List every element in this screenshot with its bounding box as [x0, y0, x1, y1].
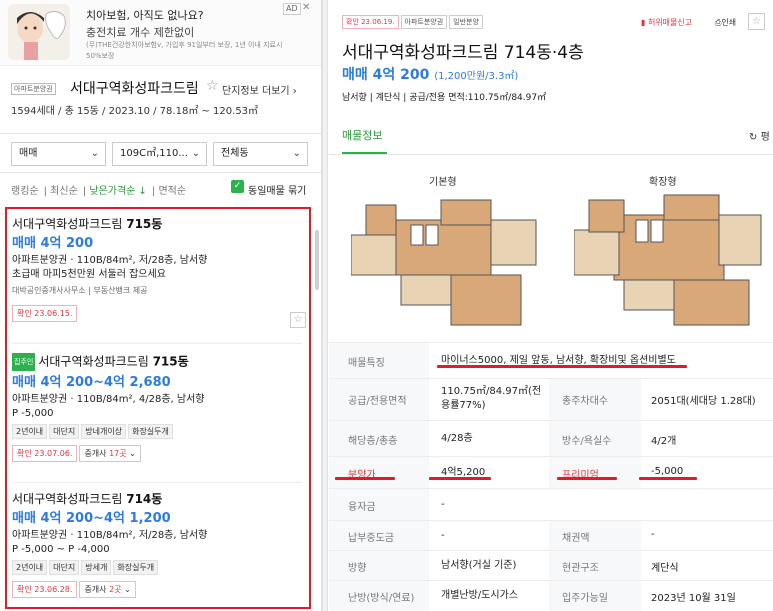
confirm-date: 확인 23.07.06. — [12, 445, 78, 462]
divider — [12, 343, 302, 344]
listing-card[interactable]: 집주인 서대구역화성파크드림 715동 매매 4억 200~4억 2,680 아파… — [12, 353, 302, 462]
listing-dong: 715동 — [152, 354, 189, 369]
feature-tags: 2년이내 대단지 방세개 화장실두개 — [12, 560, 302, 575]
listing-name: 서대구역화성파크드림 — [12, 492, 123, 506]
sort-area[interactable]: 면적순 — [158, 186, 186, 197]
table-row: 난방(방식/연료) 개별난방/도시가스 입주가능일 2023년 10월 31일 — [329, 580, 773, 611]
broker-count-button[interactable]: 중개사 17곳 ⌄ — [79, 445, 141, 462]
star-icon[interactable]: ☆ — [290, 312, 306, 328]
area-select[interactable]: 109C㎡,110... ⌄ — [112, 142, 207, 166]
ad-fineprint: (무)THE건강한치아보험v, 가입후 91일부터 보장, 1년 이내 지료시 … — [86, 41, 283, 60]
ad-banner[interactable]: 치아보험, 아직도 없나요? 충전치료 개수 제한없이 (무)THE건강한치아보… — [0, 0, 321, 66]
chevron-down-icon: ⌄ — [191, 148, 200, 159]
refresh-icon: ↻ — [749, 132, 758, 143]
checkbox-checked-icon[interactable]: ✓ — [231, 180, 244, 193]
close-icon[interactable]: ✕ — [302, 2, 310, 13]
sale-tag: 일반분양 — [449, 15, 483, 29]
sort-low-price[interactable]: 낮은가격순 ↓ — [89, 186, 147, 197]
table-row: 융자금 - — [329, 488, 773, 520]
table-row: 공급/전용면적 110.75㎡/84.97㎡(전용률77%) 총주차대수 205… — [329, 378, 773, 420]
listing-price: 매매 4억 200 — [12, 236, 94, 251]
floorplan-basic-label: 기본형 — [429, 177, 457, 188]
listing-note: P -5,000 ~ P -4,000 — [12, 544, 110, 555]
floorplan-basic[interactable] — [351, 190, 541, 330]
tab-listing-info[interactable]: 매물정보 — [342, 127, 382, 143]
red-underline — [639, 477, 697, 480]
detail-tabs: 매물정보 ↻ 평 — [329, 117, 773, 155]
listing-note: 초급매 마피5천만원 서둘러 잡으세요 — [12, 269, 166, 280]
red-underline — [429, 477, 491, 480]
complex-summary: 1594세대 / 총 15동 / 2023.10 / 78.18㎡ ~ 120.… — [11, 106, 259, 117]
red-underline — [437, 365, 687, 368]
table-row: 매물특징 마이너스5000, 제일 앞동, 남서향, 확장비및 옵션비별도 — [329, 342, 773, 378]
dong-select[interactable]: 전체동 ⌄ — [213, 142, 308, 166]
broker-count-button[interactable]: 중개사 2곳 ⌄ — [79, 581, 136, 598]
scrollbar[interactable] — [315, 230, 319, 290]
table-row: 방향 남서향(거실 기준) 현관구조 계단식 — [329, 550, 773, 580]
detail-price: 매매 4억 200 (1,200만원/3.3㎡) — [342, 67, 519, 83]
complex-info-link[interactable]: 단지정보 더보기 › — [222, 82, 297, 97]
table-row: 분양가 4억5,200 프리미엄 -5,000 — [329, 456, 773, 488]
ad-image — [8, 4, 70, 60]
listing-price: 매매 4억 200~4억 2,680 — [12, 375, 171, 390]
owner-badge: 집주인 — [12, 353, 36, 371]
sort-latest[interactable]: 최신순 — [50, 186, 78, 197]
listing-note: P -5,000 — [12, 408, 54, 419]
ad-badge: AD — [283, 3, 301, 15]
table-row: 납부중도금 - 채권액 - — [329, 520, 773, 550]
listing-panel: 치아보험, 아직도 없나요? 충전치료 개수 제한없이 (무)THE건강한치아보… — [0, 0, 322, 611]
listing-desc: 아파트분양권 · 110B/84m², 저/28층, 남서향 — [12, 530, 208, 541]
star-icon[interactable]: ☆ — [748, 13, 765, 30]
feature-tags: 2년이내 대단지 방네개이상 화장실두개 — [12, 424, 302, 439]
filter-bar: 매매 ⌄ 109C㎡,110... ⌄ 전체동 ⌄ — [0, 133, 321, 173]
print-button[interactable]: ⎙인쇄 — [715, 17, 736, 28]
listing-agency: 대박공인중개사사무소 | 부동산뱅크 제공 — [12, 286, 148, 295]
detail-panel: 확인 23.06.19. 아파트분양권 일반분양 ▮ 허위매물신고 ⎙인쇄 ☆ 서대… — [329, 0, 773, 611]
divider — [12, 482, 302, 483]
listing-name: 서대구역화성파크드림 — [38, 354, 149, 369]
sort-ranking[interactable]: 랭킹순 — [11, 186, 39, 197]
listing-card[interactable]: 서대구역화성파크드림 715동 매매 4억 200 아파트분양권 · 110B/… — [12, 216, 302, 322]
chevron-down-icon: ⌄ — [90, 148, 99, 159]
group-same-label: 동일매물 묶기 — [248, 186, 307, 197]
report-button[interactable]: ▮ 허위매물신고 — [641, 17, 692, 28]
table-row: 해당층/총층 4/28층 방수/욕실수 4/2개 — [329, 420, 773, 456]
listing-desc: 아파트분양권 · 110B/84m², 저/28층, 남서향 — [12, 255, 208, 266]
confirm-date: 확인 23.06.15. — [12, 305, 78, 322]
confirm-date: 확인 23.06.28. — [12, 581, 78, 598]
confirm-date: 확인 23.06.19. — [342, 15, 399, 29]
complex-name: 서대구역화성파크드림 — [70, 81, 199, 97]
chevron-down-icon: ⌄ — [292, 148, 301, 159]
refresh-button[interactable]: ↻ 평 — [749, 128, 770, 143]
ad-subtitle: 충전치료 개수 제한없이 — [86, 26, 195, 39]
sort-options: 랭킹순 | 최신순 | 낮은가격순 ↓ | 면적순 — [11, 186, 187, 197]
panel-divider[interactable] — [322, 0, 328, 611]
listing-price: 매매 4억 200~4억 1,200 — [12, 511, 171, 526]
type-tag: 아파트분양권 — [400, 15, 448, 29]
floorplan-extended[interactable] — [574, 190, 764, 330]
trade-type-select[interactable]: 매매 ⌄ — [11, 142, 106, 166]
listing-dong: 714동 — [126, 492, 163, 506]
ad-title: 치아보험, 아직도 없나요? — [86, 9, 204, 22]
red-underline — [557, 477, 617, 480]
listing-dong: 715동 — [126, 217, 163, 231]
detail-meta: 남서향 | 계단식 | 공급/전용 면적:110.75㎡/84.97㎡ — [342, 93, 547, 103]
tab-indicator — [342, 152, 387, 154]
red-underline — [335, 477, 395, 480]
siren-icon: ▮ — [641, 18, 646, 27]
listing-name: 서대구역화성파크드림 — [12, 217, 123, 231]
listing-desc: 아파트분양권 · 110B/84m², 4/28층, 남서향 — [12, 394, 205, 405]
star-icon[interactable]: ☆ — [206, 78, 219, 94]
floorplan-extended-label: 확장형 — [649, 177, 677, 188]
complex-type-tag: 아파트분양권 — [11, 83, 56, 95]
listing-card[interactable]: 서대구역화성파크드림 714동 매매 4억 200~4억 1,200 아파트분양… — [12, 491, 302, 598]
detail-title: 서대구역화성파크드림 714동·4층 — [342, 43, 584, 63]
